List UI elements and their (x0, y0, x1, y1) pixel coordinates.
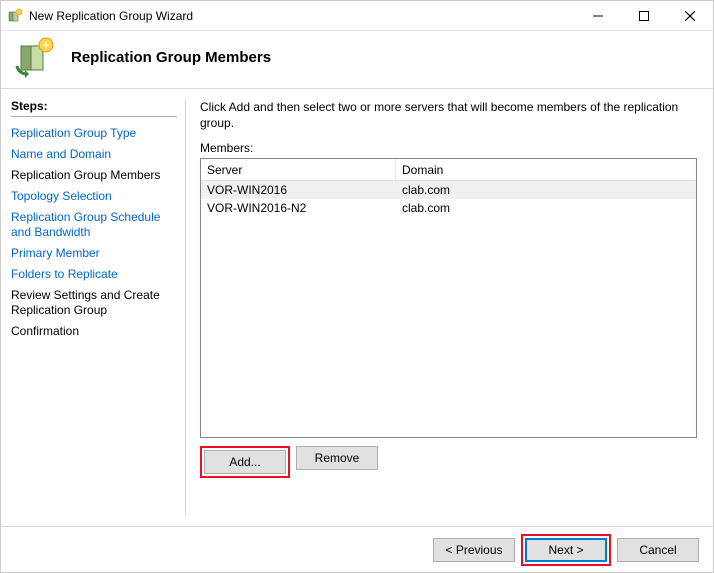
step-name-and-domain[interactable]: Name and Domain (11, 144, 177, 165)
previous-button[interactable]: < Previous (433, 538, 515, 562)
close-button[interactable] (667, 1, 713, 30)
cell-domain: clab.com (396, 183, 696, 197)
list-header: Server Domain (201, 159, 696, 181)
cell-domain: clab.com (396, 201, 696, 215)
step-confirmation: Confirmation (11, 321, 177, 342)
add-button-highlight: Add... (200, 446, 290, 478)
step-primary-member[interactable]: Primary Member (11, 243, 177, 264)
replication-group-icon (13, 36, 57, 80)
page-title: Replication Group Members (71, 49, 271, 66)
instruction-text: Click Add and then select two or more se… (200, 99, 697, 131)
next-button[interactable]: Next > (525, 538, 607, 562)
step-replication-group-members[interactable]: Replication Group Members (11, 165, 177, 186)
cell-server: VOR-WIN2016-N2 (201, 201, 396, 215)
steps-label: Steps: (11, 99, 177, 113)
step-folders-to-replicate[interactable]: Folders to Replicate (11, 264, 177, 285)
step-review-settings: Review Settings and Create Replication G… (11, 285, 177, 321)
main-panel: Click Add and then select two or more se… (186, 89, 713, 526)
members-list[interactable]: Server Domain VOR-WIN2016 clab.com VOR-W… (200, 158, 697, 438)
step-schedule-bandwidth[interactable]: Replication Group Schedule and Bandwidth (11, 207, 177, 243)
cell-server: VOR-WIN2016 (201, 183, 396, 197)
table-row[interactable]: VOR-WIN2016 clab.com (201, 181, 696, 199)
column-header-domain[interactable]: Domain (396, 159, 696, 180)
sidebar-separator (11, 116, 177, 117)
maximize-button[interactable] (621, 1, 667, 30)
remove-button[interactable]: Remove (296, 446, 378, 470)
window-controls (575, 1, 713, 30)
minimize-button[interactable] (575, 1, 621, 30)
step-replication-group-type[interactable]: Replication Group Type (11, 123, 177, 144)
wizard-header: Replication Group Members (1, 31, 713, 89)
wizard-icon (7, 8, 23, 24)
cancel-button[interactable]: Cancel (617, 538, 699, 562)
steps-sidebar: Steps: Replication Group Type Name and D… (1, 89, 185, 526)
add-button[interactable]: Add... (204, 450, 286, 474)
next-button-highlight: Next > (521, 534, 611, 566)
table-row[interactable]: VOR-WIN2016-N2 clab.com (201, 199, 696, 217)
window-title: New Replication Group Wizard (29, 9, 575, 23)
step-topology-selection[interactable]: Topology Selection (11, 186, 177, 207)
members-label: Members: (200, 141, 697, 155)
titlebar: New Replication Group Wizard (1, 1, 713, 31)
wizard-footer: < Previous Next > Cancel (1, 526, 713, 572)
column-header-server[interactable]: Server (201, 159, 396, 180)
